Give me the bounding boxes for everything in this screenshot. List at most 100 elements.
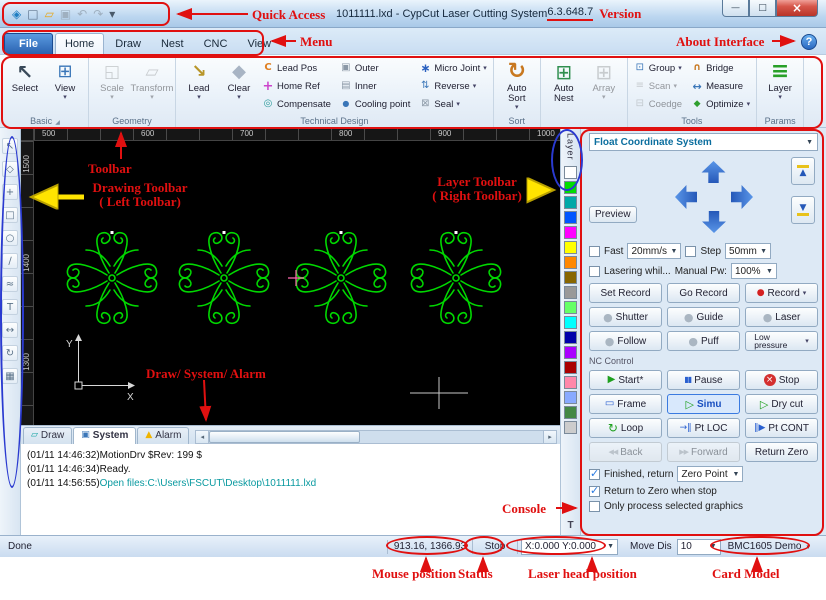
tab-nest[interactable]: Nest	[152, 34, 193, 54]
layer-color-15[interactable]	[564, 390, 577, 404]
line-tool[interactable]: ∕	[2, 253, 18, 269]
only-selected-checkbox[interactable]	[589, 501, 600, 512]
follow-up-button[interactable]: ▲	[791, 157, 815, 185]
layer-color-17[interactable]	[564, 420, 577, 434]
ribbon-outer-button[interactable]: ▣ Outer	[338, 59, 412, 77]
minimize-button[interactable]: —	[722, 0, 749, 17]
preview-button[interactable]: Preview	[589, 206, 637, 223]
follow-button[interactable]: ● Follow	[589, 331, 662, 351]
redo-icon[interactable]: ↷	[93, 8, 103, 20]
guide-button[interactable]: ● Guide	[667, 307, 740, 327]
select-tool[interactable]: ↖	[2, 138, 18, 154]
follow-down-button[interactable]: ▼	[791, 196, 815, 224]
layer-color-6[interactable]	[564, 255, 577, 269]
jog-up-button[interactable]	[701, 161, 726, 183]
set-record-button[interactable]: Set Record	[589, 283, 662, 303]
ribbon-reverse-button[interactable]: ⇅ Reverse ▾	[417, 77, 488, 95]
layer-color-3[interactable]	[564, 210, 577, 224]
horizontal-scrollbar[interactable]: ◂ ▸	[195, 430, 557, 444]
lasering-checkbox[interactable]	[589, 265, 600, 277]
layer-color-7[interactable]	[564, 270, 577, 284]
layer-color-16[interactable]	[564, 405, 577, 419]
jog-down-button[interactable]	[701, 211, 727, 233]
ribbon-lead-pos-button[interactable]: C Lead Pos	[260, 59, 333, 77]
finished-return-checkbox[interactable]	[589, 467, 600, 480]
layer-color-9[interactable]	[564, 300, 577, 314]
ribbon-bridge-button[interactable]: ∩ Bridge	[689, 59, 752, 77]
ribbon-home-ref-button[interactable]: + Home Ref	[260, 77, 333, 95]
layer-color-12[interactable]	[564, 345, 577, 359]
simu-button[interactable]: ▷ Simu	[667, 394, 740, 414]
move-dis-dropdown[interactable]: 10 ▼	[676, 538, 721, 555]
dialog-launcher-icon[interactable]: ◢	[55, 120, 60, 126]
open-file-icon[interactable]: ▱	[45, 8, 54, 20]
ribbon-measure-button[interactable]: ↔ Measure	[689, 77, 752, 95]
text-tool[interactable]: T	[2, 299, 18, 315]
step-size-dropdown[interactable]: 50mm ▼	[725, 243, 772, 259]
measure-tool[interactable]: ↔	[2, 322, 18, 338]
new-file-icon[interactable]: □	[27, 8, 38, 20]
ribbon-cooling-point-button[interactable]: ● Cooling point	[338, 95, 412, 113]
tab-cnc[interactable]: CNC	[195, 34, 237, 54]
ribbon-seal-button[interactable]: ⊠ Seal ▾	[417, 95, 488, 113]
tab-alarm[interactable]: ▲ Alarm	[137, 427, 190, 444]
loop-button[interactable]: ↻ Loop	[589, 418, 662, 438]
fill-tool[interactable]: ▦	[2, 368, 18, 384]
ribbon-clear-button[interactable]: ◆ Clear ▾	[220, 58, 258, 102]
rotate-tool[interactable]: ↻	[2, 345, 18, 361]
ribbon-select-button[interactable]: ↖ Select	[6, 58, 44, 94]
scroll-right-icon[interactable]: ▸	[543, 431, 556, 443]
shutter-button[interactable]: ● Shutter	[589, 307, 662, 327]
ribbon-auto-sort-button[interactable]: ↻ Auto Sort ▾	[498, 58, 536, 112]
tab-file[interactable]: File	[4, 33, 53, 54]
ribbon-optimize-button[interactable]: ◆ Optimize ▾	[689, 95, 752, 113]
maximize-button[interactable]: □	[749, 0, 776, 17]
return-zero-button[interactable]: Return Zero	[745, 442, 818, 462]
layer-color-5[interactable]	[564, 240, 577, 254]
start-button[interactable]: ▶ Start*	[589, 370, 662, 390]
ribbon-compensate-button[interactable]: ◎ Compensate	[260, 95, 333, 113]
node-edit-tool[interactable]: ◇	[2, 161, 18, 177]
layer-color-1[interactable]	[564, 180, 577, 194]
layer-color-10[interactable]	[564, 315, 577, 329]
ribbon-view-button[interactable]: ⊞ View ▾	[46, 58, 84, 102]
tab-view[interactable]: View	[238, 34, 280, 54]
zero-point-dropdown[interactable]: Zero Point ▼	[677, 466, 744, 482]
pattern-graphics[interactable]	[67, 231, 500, 323]
manual-power-dropdown[interactable]: 100% ▼	[730, 263, 777, 279]
scroll-left-icon[interactable]: ◂	[196, 431, 210, 443]
canvas-area[interactable]: 500 600 700 800 900 1000 1500 1400 1300	[21, 128, 560, 425]
pt-cont-button[interactable]: ‖▶ Pt CONT	[745, 418, 818, 438]
laser-button[interactable]: ● Laser	[745, 307, 818, 327]
puff-button[interactable]: ● Puff	[667, 331, 740, 351]
tab-draw[interactable]: Draw	[106, 34, 150, 54]
step-checkbox[interactable]	[685, 245, 697, 257]
tab-system[interactable]: ▣ System	[73, 427, 137, 444]
return-zero-checkbox[interactable]	[589, 484, 600, 497]
quick-access-dropdown-icon[interactable]: ▾	[109, 8, 115, 20]
ribbon-micro-joint-button[interactable]: ∗ Micro Joint ▾	[417, 59, 488, 77]
frame-button[interactable]: ▭ Frame	[589, 394, 662, 414]
dry-cut-button[interactable]: ▷ Dry cut	[745, 394, 818, 414]
ribbon-lead-button[interactable]: ↘ Lead ▾	[180, 58, 218, 102]
fast-speed-dropdown[interactable]: 20mm/s ▼	[627, 243, 682, 259]
ribbon-auto-nest-button[interactable]: ⊞ Auto Nest	[545, 58, 583, 104]
ribbon-layer-button[interactable]: ≡ Layer ▾	[761, 58, 799, 102]
record-button[interactable]: ● Record ▾	[745, 283, 818, 303]
point-tool[interactable]: +	[2, 184, 18, 200]
layer-color-13[interactable]	[564, 360, 577, 374]
curve-tool[interactable]: ≈	[2, 276, 18, 292]
stop-button[interactable]: × Stop	[745, 370, 818, 390]
undo-icon[interactable]: ↶	[77, 8, 87, 20]
scrollbar-track[interactable]	[360, 431, 543, 443]
tab-home[interactable]: Home	[54, 33, 105, 54]
drawing-canvas[interactable]: Y X	[34, 141, 560, 425]
card-model-selector[interactable]: BMC1605 Demo ▾	[728, 541, 822, 552]
ribbon-inner-button[interactable]: ▤ Inner	[338, 77, 412, 95]
close-button[interactable]: ×	[776, 0, 818, 17]
pause-button[interactable]: ▮▮ Pause	[667, 370, 740, 390]
layer-text-tool[interactable]: T	[567, 520, 573, 531]
layer-color-11[interactable]	[564, 330, 577, 344]
save-icon[interactable]: ▣	[60, 8, 71, 20]
tab-draw[interactable]: ▱ Draw	[23, 427, 73, 444]
